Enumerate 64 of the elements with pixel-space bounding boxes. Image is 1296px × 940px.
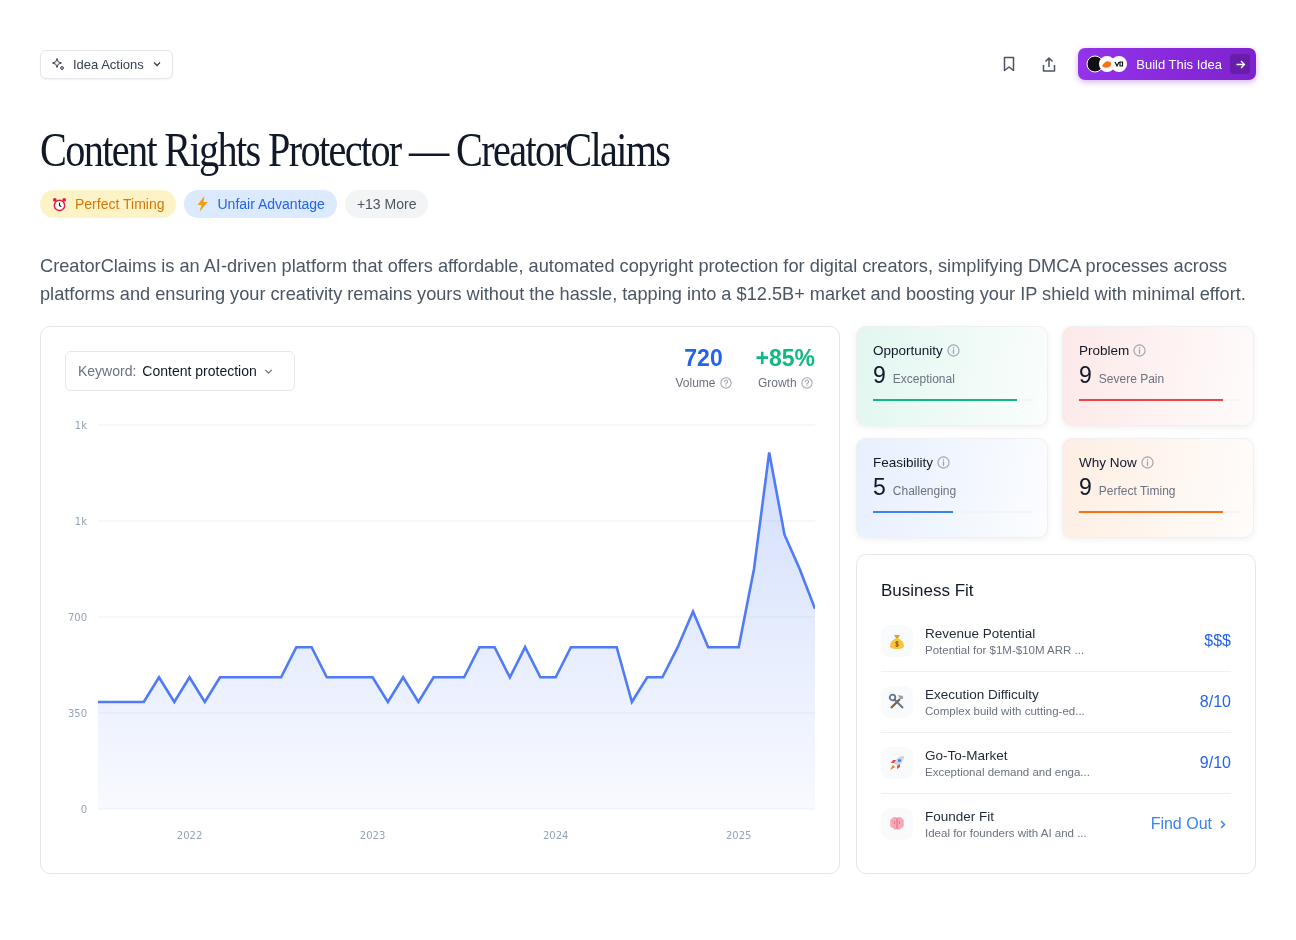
- money-bag-icon: [888, 632, 906, 650]
- score-label: Problem: [1079, 343, 1130, 358]
- fit-summary: Exceptional demand and enga...: [925, 766, 1091, 778]
- find-out-link[interactable]: Find Out: [1150, 815, 1231, 833]
- bookmark-icon: [1002, 56, 1017, 72]
- lightning-icon: [196, 196, 210, 212]
- y-axis-label: 1k: [74, 419, 87, 431]
- idea-description: CreatorClaims is an AI-driven platform that offers affordable, automated copyright protection for digital creators, simplifying DMCA processes across platforms and ensuring your creativity remains yours without the hassle, tapping into a $12.5B+ market and boosting your IP shield with minimal effort.: [40, 255, 1247, 306]
- help-icon: [800, 377, 813, 389]
- fit-value: $$$: [1204, 632, 1231, 650]
- idea-actions-button[interactable]: Idea Actions: [40, 49, 173, 79]
- info-icon: [1133, 344, 1147, 357]
- x-axis-label: 2024: [542, 830, 569, 841]
- fit-summary: Potential for $1M-$10M ARR ...: [925, 644, 1086, 656]
- info-icon: [1140, 456, 1154, 469]
- tag[interactable]: Unfair Advantage: [184, 190, 337, 218]
- stat-value: 720: [684, 345, 723, 372]
- info-icon: [946, 344, 960, 357]
- fit-title: Go-To-Market: [925, 748, 1009, 763]
- alarm-clock-icon: [52, 196, 67, 212]
- keyword-dropdown[interactable]: Keyword: Content protection: [65, 351, 295, 391]
- score-rating: Challenging: [892, 484, 957, 498]
- fit-title: Revenue Potential: [925, 626, 1037, 641]
- arrow-right-icon: [1234, 58, 1246, 70]
- fit-summary: Complex build with cutting-ed...: [925, 705, 1086, 717]
- y-axis-label: 0: [80, 803, 87, 815]
- build-button[interactable]: Build This Idea: [1078, 48, 1256, 80]
- stat-label: Growth: [757, 376, 797, 390]
- chevron-down-icon: [151, 59, 162, 69]
- share-icon: [1041, 55, 1058, 73]
- fit-summary: Ideal for founders with AI and ...: [925, 827, 1088, 839]
- tag[interactable]: +13 More: [344, 190, 429, 218]
- score-label: Opportunity: [873, 343, 943, 358]
- fit-title: Founder Fit: [925, 809, 996, 824]
- fit-value: 9/10: [1199, 754, 1231, 772]
- score-rating: Exceptional: [892, 372, 955, 386]
- score-value: 9: [1079, 474, 1092, 501]
- score-value: 9: [1079, 362, 1092, 389]
- x-axis-label: 2023: [359, 830, 386, 841]
- y-axis-label: 350: [67, 707, 87, 719]
- sparkle-icon: [51, 57, 65, 71]
- page-title: Content Rights Protector — CreatorClaims: [40, 122, 671, 178]
- y-axis-label: 700: [67, 611, 87, 623]
- chevron-right-icon: [1218, 818, 1227, 830]
- help-icon: [719, 377, 732, 389]
- stat-label: Volume: [675, 376, 716, 390]
- fit-title: Execution Difficulty: [925, 687, 1040, 702]
- x-axis-label: 2022: [176, 830, 203, 841]
- fit-value: 8/10: [1199, 693, 1231, 711]
- score-value: 9: [873, 362, 886, 389]
- rocket-icon: [888, 754, 906, 772]
- score-value: 5: [873, 474, 886, 501]
- section-title: Business Fit: [881, 581, 975, 601]
- tools-icon: [888, 693, 906, 711]
- stat-value: +85%: [755, 345, 815, 372]
- brain-icon: [888, 815, 906, 833]
- y-axis-label: 1k: [74, 515, 87, 527]
- x-axis-label: 2025: [726, 830, 752, 841]
- score-label: Why Now: [1079, 455, 1137, 470]
- score-rating: Severe Pain: [1098, 372, 1165, 386]
- score-rating: Perfect Timing: [1098, 484, 1176, 498]
- score-label: Feasibility: [873, 455, 934, 470]
- info-icon: [937, 456, 951, 469]
- logo-stack-icon: [1086, 55, 1129, 73]
